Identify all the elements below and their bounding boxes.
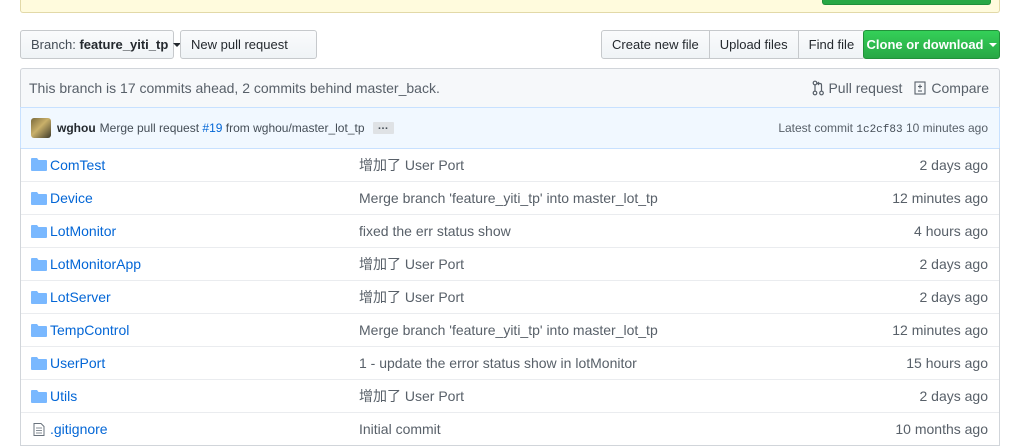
commit-message-suffix[interactable]: from wghou/master_lot_tp (226, 121, 365, 135)
clone-label: Clone or download (866, 37, 984, 52)
file-age: 4 hours ago (914, 223, 988, 239)
file-commit-message[interactable]: fixed the err status show (359, 223, 511, 239)
pull-request-label: Pull request (828, 80, 903, 96)
diff-icon (914, 81, 926, 95)
branch-status-bar: This branch is 17 commits ahead, 2 commi… (20, 68, 1000, 108)
commit-age: 10 minutes ago (905, 120, 988, 135)
file-name[interactable]: .gitignore (50, 421, 108, 437)
file-navigation: Branch: feature_yiti_tp New pull request… (20, 30, 1000, 59)
caret-down-icon (988, 42, 997, 47)
file-row[interactable]: .gitignore Initial commit 10 months ago (21, 412, 999, 445)
file-commit-message[interactable]: 增加了 User Port (359, 287, 464, 307)
file-commit-message[interactable]: 增加了 User Port (359, 254, 464, 274)
file-name[interactable]: Device (50, 190, 93, 206)
file-commit-message[interactable]: Initial commit (359, 421, 441, 437)
file-row[interactable]: LotMonitor fixed the err status show 4 h… (21, 214, 999, 247)
file-commit-message[interactable]: Merge branch 'feature_yiti_tp' into mast… (359, 190, 658, 206)
commit-expand-button[interactable]: … (372, 121, 394, 134)
file-list: ComTest 增加了 User Port 2 days ago Device … (20, 148, 1000, 446)
compare-label: Compare (931, 80, 989, 96)
file-row[interactable]: Utils 增加了 User Port 2 days ago (21, 379, 999, 412)
create-new-file-button[interactable]: Create new file (601, 30, 710, 59)
file-name[interactable]: LotMonitorApp (50, 256, 141, 272)
flash-banner-button[interactable] (822, 0, 991, 5)
file-age: 2 days ago (919, 289, 989, 305)
file-name[interactable]: Utils (50, 388, 77, 404)
file-row[interactable]: LotServer 增加了 User Port 2 days ago (21, 280, 999, 313)
file-row[interactable]: Device Merge branch 'feature_yiti_tp' in… (21, 181, 999, 214)
branch-prefix: Branch: (31, 37, 76, 52)
commit-message-prefix[interactable]: Merge pull request (100, 121, 199, 135)
file-age: 10 months ago (895, 421, 988, 437)
upload-files-button[interactable]: Upload files (708, 30, 799, 59)
file-name[interactable]: TempControl (50, 322, 129, 338)
file-age: 2 days ago (919, 156, 989, 173)
file-row[interactable]: UserPort 1 - update the error status sho… (21, 346, 999, 379)
branch-select-button[interactable]: Branch: feature_yiti_tp (20, 30, 182, 59)
branch-status-text: This branch is 17 commits ahead, 2 commi… (29, 80, 440, 96)
find-file-button[interactable]: Find file (797, 30, 866, 59)
compare-link[interactable]: Compare (914, 80, 989, 96)
avatar[interactable] (31, 118, 51, 138)
file-commit-message[interactable]: Merge branch 'feature_yiti_tp' into mast… (359, 322, 658, 338)
file-name[interactable]: LotServer (50, 289, 111, 305)
git-pull-request-icon (813, 80, 825, 96)
latest-commit-info: Latest commit 1c2cf83 10 minutes ago (778, 121, 988, 136)
file-name[interactable]: LotMonitor (50, 223, 116, 239)
commit-sha[interactable]: 1c2cf83 (856, 124, 902, 136)
file-row[interactable]: ComTest 增加了 User Port 2 days ago (21, 148, 999, 181)
file-commit-message[interactable]: 增加了 User Port (359, 155, 464, 175)
file-row[interactable]: TempControl Merge branch 'feature_yiti_t… (21, 313, 999, 346)
file-age: 2 days ago (919, 388, 989, 404)
file-row[interactable]: LotMonitorApp 增加了 User Port 2 days ago (21, 247, 999, 280)
file-age: 12 minutes ago (892, 322, 988, 338)
branch-name: feature_yiti_tp (79, 37, 169, 52)
latest-commit-bar: wghou Merge pull request #19 from wghou/… (20, 107, 1000, 149)
file-name[interactable]: UserPort (50, 355, 105, 371)
file-name[interactable]: ComTest (50, 157, 105, 173)
new-pull-request-button[interactable]: New pull request (180, 30, 317, 59)
commit-author[interactable]: wghou (57, 121, 96, 135)
pull-request-link[interactable]: Pull request (812, 80, 902, 96)
commit-pr-link[interactable]: #19 (202, 121, 222, 135)
file-age: 15 hours ago (906, 355, 988, 371)
file-age: 2 days ago (919, 256, 989, 272)
file-commit-message[interactable]: 增加了 User Port (359, 386, 464, 406)
file-age: 12 minutes ago (892, 190, 988, 206)
latest-commit-label: Latest commit (778, 120, 854, 135)
clone-or-download-button[interactable]: Clone or download (863, 30, 1000, 59)
file-actions-group: Create new file Upload files Find file (601, 30, 866, 59)
file-commit-message[interactable]: 1 - update the error status show in lotM… (359, 355, 637, 371)
